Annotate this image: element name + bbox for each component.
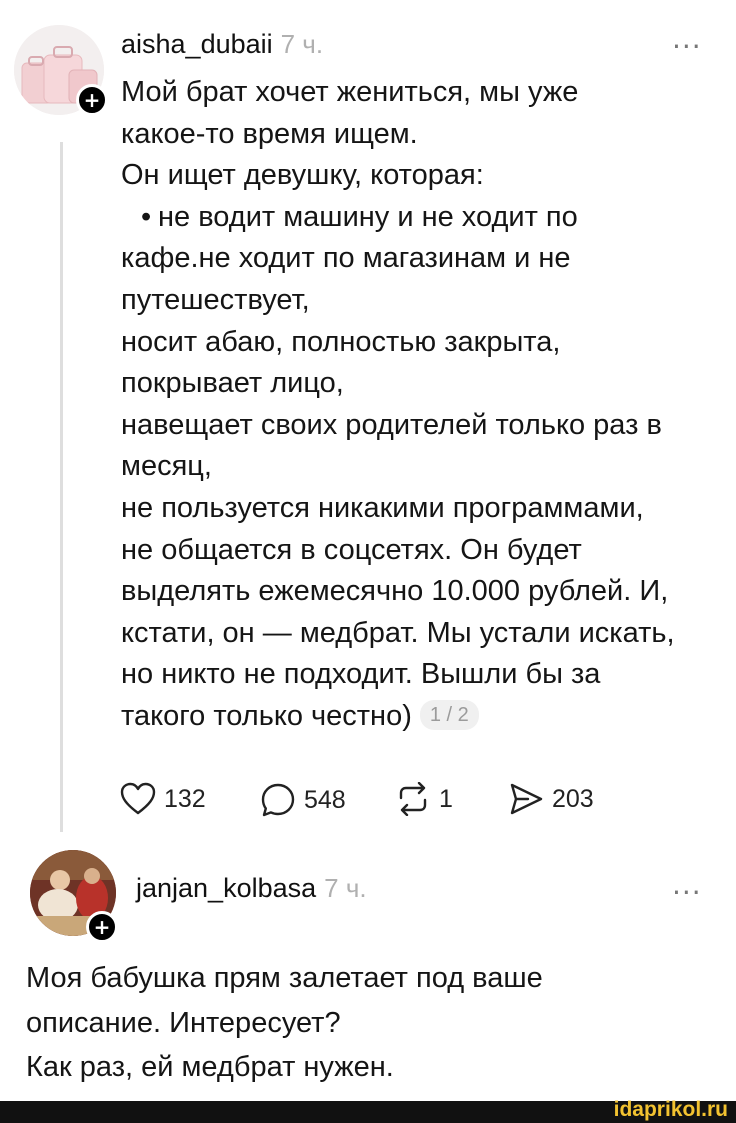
post1-line: не общается в соцсетях. Он будет <box>121 533 582 566</box>
post2-username[interactable]: janjan_kolbasa <box>136 873 316 903</box>
post2-time: 7 ч. <box>324 873 367 903</box>
post2-header: janjan_kolbasa 7 ч. <box>136 872 367 909</box>
comment-icon <box>261 783 295 817</box>
repost-button[interactable]: 1 <box>395 782 453 816</box>
post1-text: Мой брат хочет жениться, мы уже какое-то… <box>121 72 721 738</box>
comment-button[interactable]: 548 <box>260 782 346 818</box>
post1-line: такого только честно) <box>121 699 412 732</box>
likes-count: 132 <box>164 784 206 813</box>
comments-count: 548 <box>304 785 346 814</box>
post1-line: носит абаю, полностью закрыта, <box>121 325 561 358</box>
reposts-count: 1 <box>439 784 453 813</box>
post1-line: месяц, <box>121 450 212 483</box>
post1-line: кстати, он — медбрат. Мы устали искать, <box>121 616 675 649</box>
post2-line: описание. Интересует? <box>26 1006 341 1039</box>
post1-line: кафе.не ходит по магазинам и не <box>121 242 571 275</box>
watermark-bar: idaprikol.ru <box>0 1098 736 1123</box>
post1-more-options-icon[interactable]: ... <box>672 22 702 55</box>
shares-count: 203 <box>552 784 594 813</box>
post1-last-line: такого только честно) 1 / 2 <box>121 696 721 738</box>
post2-more-options-icon[interactable]: ... <box>672 868 702 901</box>
follow-plus-icon[interactable]: + <box>76 84 108 116</box>
post1-line: Мой брат хочет жениться, мы уже <box>121 76 579 108</box>
post1-bullet-text: не водит машину и не ходит по <box>158 200 578 233</box>
send-icon <box>510 783 543 815</box>
carousel-pager[interactable]: 1 / 2 <box>419 699 479 730</box>
post1-line: Он ищет девушку, которая: <box>121 159 484 192</box>
post2-line: Моя бабушка прям залетает под ваше <box>26 962 543 994</box>
post1-line: какое-то время ищем. <box>121 117 418 150</box>
post1-line: выделять ежемесячно 10.000 рублей. И, <box>121 575 669 608</box>
share-button[interactable]: 203 <box>508 782 594 816</box>
post1-line: навещает своих родителей только раз в <box>121 408 662 441</box>
post2-line: Как раз, ей медбрат нужен. <box>26 1051 394 1083</box>
post1-time: 7 ч. <box>280 29 324 59</box>
thread-line <box>60 142 63 832</box>
post2-text: Моя бабушка прям залетает под ваше описа… <box>26 956 706 1090</box>
bullet-dot: • <box>141 200 152 233</box>
watermark-text: idaprikol.ru <box>613 1098 728 1121</box>
post1-header: aisha_dubaii 7 ч. <box>121 28 323 65</box>
follow-plus-icon[interactable]: + <box>86 911 118 943</box>
like-button[interactable]: 132 <box>120 782 206 816</box>
heart-icon <box>120 782 156 815</box>
post1-line: не пользуется никакими программами, <box>121 491 644 524</box>
post1-line: путешествует, <box>121 283 310 316</box>
post1-line: но никто не подходит. Вышли бы за <box>121 658 601 691</box>
post1-line: покрывает лицо, <box>121 367 344 400</box>
post1-bullet-item: • не водит машину и не ходит по <box>121 197 721 239</box>
repost-icon <box>399 782 427 816</box>
post1-username[interactable]: aisha_dubaii <box>121 29 273 59</box>
